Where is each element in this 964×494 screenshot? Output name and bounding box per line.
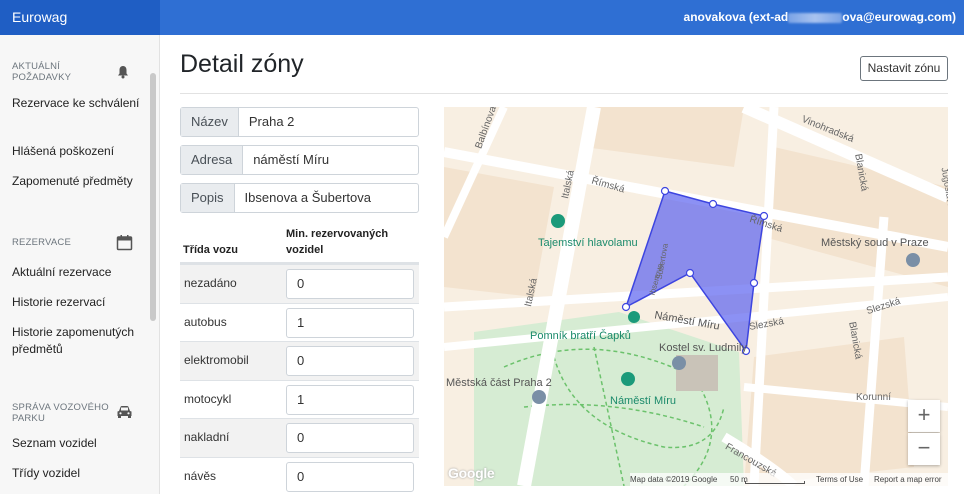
- address-field-label: Adresa: [181, 146, 244, 174]
- name-field-label: Název: [181, 108, 239, 136]
- column-header-min-reserved: Min. rezervovaných vozidel: [286, 228, 389, 256]
- name-field[interactable]: Praha 2: [239, 108, 418, 136]
- map-label-poi: Městská část Praha 2: [446, 377, 552, 389]
- user-email-suffix: ova@eurowag.com): [842, 10, 956, 24]
- scale-bar: [745, 481, 805, 484]
- map-label-street: Korunní: [856, 392, 892, 403]
- sidebar-scrollbar[interactable]: [150, 73, 156, 321]
- section-title-reservations: Rezervace: [12, 237, 71, 248]
- min-reserved-input[interactable]: 1: [286, 385, 414, 415]
- min-reserved-input[interactable]: 0: [286, 423, 414, 453]
- name-field-group: Název Praha 2: [180, 107, 419, 137]
- sidebar-item-vehicle-classes[interactable]: Třídy vozidel: [12, 465, 140, 482]
- description-field[interactable]: Ibsenova a Šubertova: [235, 184, 418, 212]
- table-row: elektromobil 0: [180, 341, 419, 380]
- calendar-icon: [116, 234, 133, 254]
- top-bar: Eurowag anovakova (ext-ad ova@eurowag.com…: [0, 0, 964, 35]
- divider: [180, 93, 948, 94]
- address-field-group: Adresa náměstí Míru: [180, 145, 419, 175]
- user-account[interactable]: anovakova (ext-ad ova@eurowag.com): [684, 10, 956, 24]
- section-title-current-requests: Aktuální požadavky: [12, 61, 72, 83]
- report-error-link[interactable]: Report a map error: [874, 473, 942, 486]
- description-field-group: Popis Ibsenova a Šubertova: [180, 183, 419, 213]
- vehicle-class-name: elektromobil: [184, 353, 249, 367]
- zone-map[interactable]: Vinohradská Římská Římská Italská Italsk…: [444, 107, 948, 486]
- brand-logo[interactable]: Eurowag: [0, 0, 160, 35]
- map-attribution: Map data ©2019 Google 50 m Terms of Use …: [630, 473, 948, 486]
- zoom-out-button[interactable]: −: [908, 433, 940, 465]
- map-canvas: [444, 107, 948, 486]
- min-reserved-input[interactable]: 0: [286, 346, 414, 376]
- map-scale: 50 m: [730, 475, 748, 484]
- sidebar-item-forgotten-items[interactable]: Zapomenuté předměty: [12, 173, 140, 190]
- column-header-vehicle-class: Třída vozu: [183, 244, 239, 256]
- map-label-poi: Kostel sv. Ludmily: [659, 342, 747, 354]
- car-icon: [116, 405, 133, 422]
- min-reserved-input[interactable]: 1: [286, 308, 414, 338]
- table-row: nakladní 0: [180, 418, 419, 457]
- sidebar-item-reservations-to-approve[interactable]: Rezervace ke schválení: [12, 95, 140, 112]
- map-label-poi: Tajemství hlavolamu: [538, 237, 638, 249]
- set-zone-button[interactable]: Nastavit zónu: [860, 56, 948, 81]
- user-email-prefix: anovakova (ext-ad: [683, 10, 789, 24]
- address-field[interactable]: náměstí Míru: [243, 146, 418, 174]
- google-logo: Google: [448, 465, 495, 481]
- table-row: autobus 1: [180, 303, 419, 342]
- sidebar-item-reported-damages[interactable]: Hlášená poškození: [12, 143, 140, 160]
- min-reserved-input[interactable]: 0: [286, 462, 414, 492]
- description-field-label: Popis: [181, 184, 235, 212]
- redacted-text: [788, 12, 843, 23]
- map-label-poi: Pomník bratří Čapků: [530, 330, 631, 342]
- vehicle-class-name: nezadáno: [184, 276, 237, 290]
- min-reserved-input[interactable]: 0: [286, 269, 414, 299]
- table-row: návěs 0: [180, 457, 419, 494]
- vehicle-class-name: návěs: [184, 469, 217, 483]
- map-label-poi: Městský soud v Praze: [821, 237, 929, 249]
- vehicle-class-name: autobus: [184, 315, 227, 329]
- page-title: Detail zóny: [180, 50, 304, 78]
- zoom-in-button[interactable]: +: [908, 400, 940, 432]
- vehicle-class-name: nakladní: [184, 430, 230, 444]
- map-data-credit: Map data ©2019 Google: [630, 475, 718, 484]
- sidebar-item-forgotten-items-history[interactable]: Historie zapomenutých předmětů: [12, 324, 140, 358]
- terms-link[interactable]: Terms of Use: [816, 473, 863, 486]
- table-row: nezadáno 0: [180, 264, 419, 303]
- sidebar: Aktuální požadavky Rezervace ke schválen…: [0, 35, 160, 494]
- sidebar-item-reservation-history[interactable]: Historie rezervací: [12, 294, 140, 311]
- vehicle-class-name: motocykl: [184, 392, 232, 406]
- sidebar-item-vehicle-list[interactable]: Seznam vozidel: [12, 435, 140, 452]
- sidebar-item-current-reservations[interactable]: Aktuální rezervace: [12, 264, 140, 281]
- map-label-poi: Náměstí Míru: [610, 395, 677, 407]
- section-title-fleet-management: Správa vozového parku: [12, 402, 109, 424]
- table-row: motocykl 1: [180, 380, 419, 419]
- bell-icon: [116, 65, 130, 82]
